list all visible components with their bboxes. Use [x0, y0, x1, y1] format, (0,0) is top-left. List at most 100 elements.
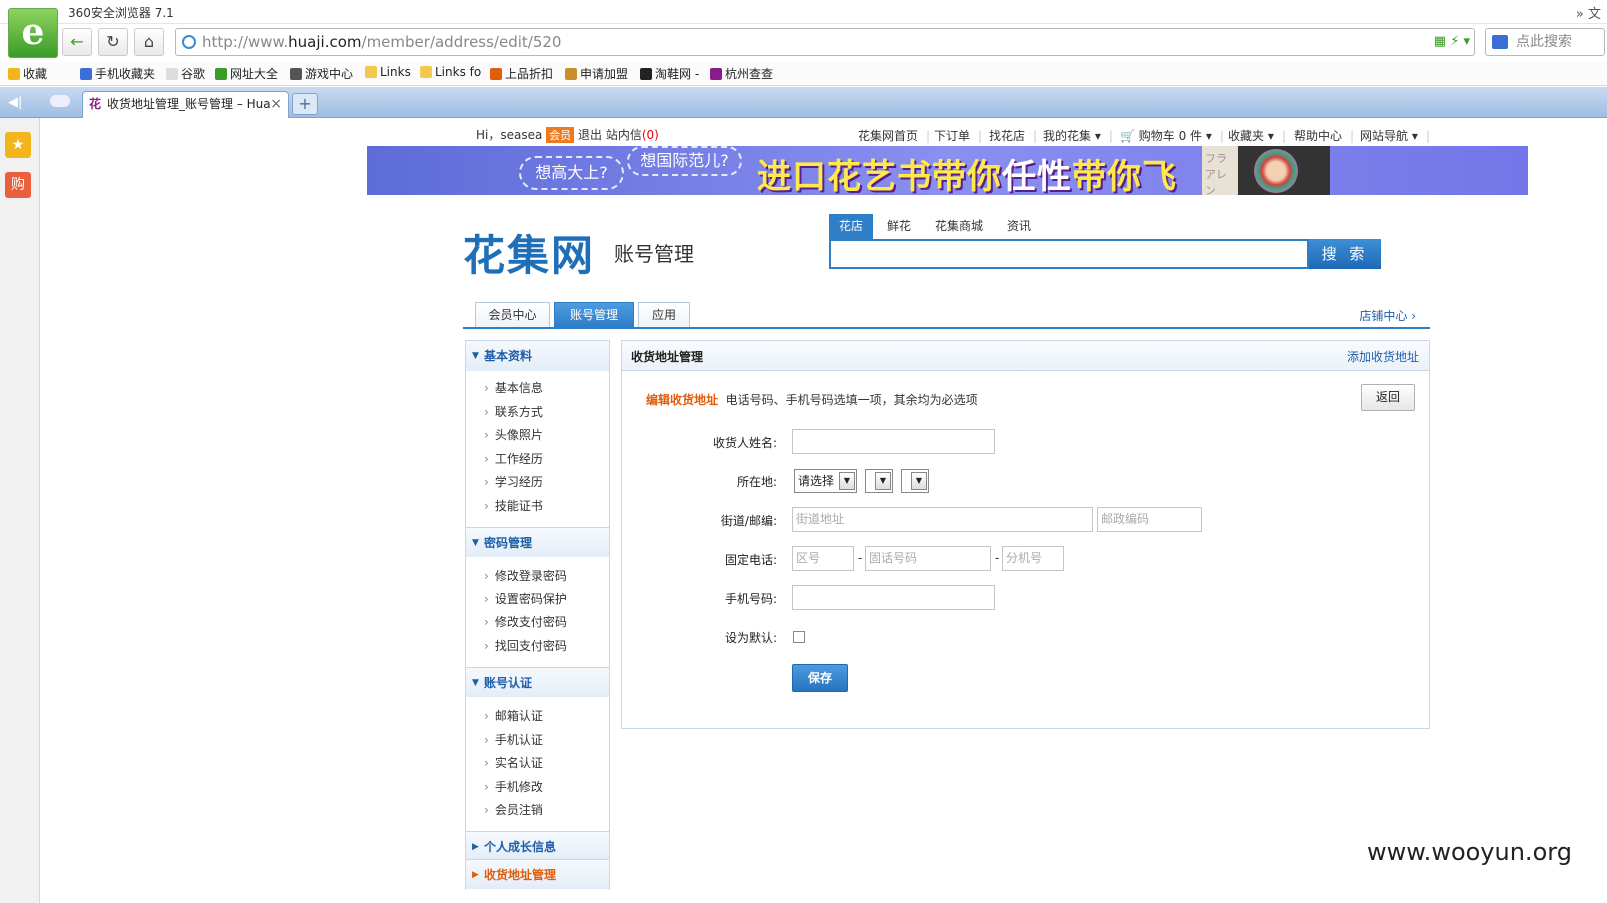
tab-back-icon[interactable]: ◀|: [8, 95, 22, 110]
top-nav-link[interactable]: 找花店 |: [989, 127, 1037, 144]
top-nav-link[interactable]: 网站导航 ▾ |: [1360, 127, 1430, 144]
bookmarks-bar: 收藏 手机收藏夹 谷歌 网址大全 游戏中心 Links Links fo 上品折扣 申请加盟 淘鞋…: [0, 62, 1607, 86]
browser-logo-icon[interactable]: e: [8, 8, 58, 58]
menu-item[interactable]: 手机认证: [484, 731, 543, 748]
label-mobile: 手机号码:: [724, 592, 777, 606]
bookmark-item[interactable]: 收藏: [8, 65, 47, 82]
save-button[interactable]: 保存: [792, 664, 848, 692]
back-button[interactable]: 返回: [1361, 384, 1415, 411]
username[interactable]: seasea: [500, 128, 542, 142]
form-title-text: 编辑收货地址: [646, 393, 719, 407]
top-nav-link[interactable]: 我的花集 ▾ |: [1043, 127, 1113, 144]
menu-section-2[interactable]: ▼ 密码管理: [466, 527, 609, 557]
site-search-input[interactable]: [829, 239, 1309, 269]
menu-item[interactable]: 基本信息: [484, 379, 543, 396]
menu-item[interactable]: 会员注销: [484, 801, 543, 818]
address-bar[interactable]: http://www.huaji.com/member/address/edit…: [175, 28, 1475, 56]
top-nav-link[interactable]: 花集网首页 |: [858, 127, 930, 144]
bookmark-item[interactable]: 上品折扣: [490, 65, 553, 82]
district-select[interactable]: ▼: [901, 469, 929, 493]
extension-input[interactable]: 分机号: [1002, 546, 1064, 571]
tab-apps[interactable]: 应用: [638, 302, 690, 327]
refresh-icon[interactable]: ↻: [98, 28, 128, 56]
nav-separator: |: [1350, 129, 1355, 143]
menu-item[interactable]: 技能证书: [484, 497, 543, 514]
set-default-checkbox[interactable]: [793, 631, 805, 643]
address-panel: 收货地址管理 添加收货地址 编辑收货地址 电话号码、手机号码选填一项，其余均为必…: [621, 340, 1430, 729]
top-nav-link[interactable]: 帮助中心 |: [1294, 127, 1354, 144]
site-logo[interactable]: 花集网: [463, 222, 595, 283]
mobile-input[interactable]: [792, 585, 995, 610]
qr-lightning-dropdown-icon[interactable]: ▦ ⚡ ▾: [1434, 29, 1470, 55]
bookmark-label: 谷歌: [181, 67, 206, 81]
tab-member-center[interactable]: 会员中心: [475, 302, 550, 327]
zip-input[interactable]: 邮政编码: [1097, 507, 1202, 532]
top-nav-link[interactable]: 下订单 |: [934, 127, 982, 144]
menu-item[interactable]: 设置密码保护: [484, 590, 567, 607]
shop-center-link[interactable]: 店铺中心 ›: [1359, 307, 1416, 324]
star-icon[interactable]: ★: [5, 132, 31, 158]
tab-active[interactable]: 花 收货地址管理_账号管理 – Hua ×: [82, 91, 289, 118]
nav-separator: |: [1281, 129, 1286, 143]
menu-item[interactable]: 找回支付密码: [484, 637, 567, 654]
menu-section-3[interactable]: ▼ 账号认证: [466, 667, 609, 697]
search-tab[interactable]: 花集商城: [925, 214, 993, 239]
bookmark-item[interactable]: Links: [365, 65, 411, 79]
window-title-right[interactable]: » 文: [1576, 3, 1601, 22]
menu-item[interactable]: 修改支付密码: [484, 613, 567, 630]
province-select[interactable]: 请选择 ▼: [794, 469, 857, 493]
bookmark-item[interactable]: 申请加盟: [565, 65, 628, 82]
bookmark-item[interactable]: 谷歌: [166, 65, 205, 82]
menu-item[interactable]: 学习经历: [484, 473, 543, 490]
home-icon[interactable]: ⌂: [134, 28, 164, 56]
add-address-link[interactable]: 添加收货地址: [1347, 348, 1419, 365]
menu-section-4[interactable]: ▶ 个人成长信息: [466, 831, 609, 861]
bookmark-item[interactable]: 淘鞋网 -: [640, 65, 699, 82]
shop-icon[interactable]: 购: [5, 172, 31, 198]
menu-item[interactable]: 工作经历: [484, 450, 543, 467]
street-input[interactable]: 街道地址: [792, 507, 1093, 532]
site-search-button[interactable]: 搜 索: [1309, 239, 1381, 269]
menu-item[interactable]: 头像照片: [484, 426, 543, 443]
caret-down-icon: ▼: [472, 351, 479, 361]
bookmark-icon: [290, 68, 302, 80]
back-arrow-icon[interactable]: ←: [62, 28, 92, 56]
logout-link[interactable]: 退出: [578, 128, 602, 142]
search-tab[interactable]: 花店: [829, 214, 874, 239]
menu-item[interactable]: 邮箱认证: [484, 707, 543, 724]
menu-section-title: 收货地址管理: [484, 868, 557, 882]
menu-item[interactable]: 实名认证: [484, 754, 543, 771]
bookmark-item[interactable]: Links fo: [420, 65, 481, 79]
bookmark-icon: [640, 68, 652, 80]
search-tab[interactable]: 鲜花: [877, 214, 921, 239]
landline-input[interactable]: 固话号码: [865, 546, 991, 571]
area-code-input[interactable]: 区号: [792, 546, 854, 571]
messages-link[interactable]: 站内信: [606, 128, 642, 142]
new-tab-button[interactable]: +: [292, 93, 318, 115]
top-nav-link[interactable]: 🛒 购物车 0 件 ▾ |: [1120, 127, 1224, 144]
recipient-name-input[interactable]: [792, 429, 995, 454]
cloud-icon[interactable]: [50, 95, 70, 107]
tab-close-icon[interactable]: ×: [270, 92, 282, 116]
bookmark-item[interactable]: 游戏中心: [290, 65, 353, 82]
menu-item[interactable]: 联系方式: [484, 403, 543, 420]
promo-banner[interactable]: 想高大上? 想国际范儿? 进口花艺书带你任性带你飞 フラ アレン: [367, 146, 1528, 195]
top-nav-link[interactable]: 收藏夹 ▾ |: [1228, 127, 1286, 144]
menu-item[interactable]: 修改登录密码: [484, 567, 567, 584]
browser-navbar: ← ↻ ⌂ http://www.huaji.com/member/addres…: [60, 26, 1607, 60]
browser-search-box[interactable]: 点此搜索: [1485, 28, 1605, 56]
top-nav-link-label: 我的花集 ▾: [1043, 129, 1101, 143]
menu-section-5[interactable]: ▶ 收货地址管理: [466, 859, 609, 889]
bookmark-item[interactable]: 网址大全: [215, 65, 278, 82]
bookmark-icon: [365, 66, 377, 78]
top-nav-link-label: 找花店: [989, 129, 1026, 143]
bookmark-item[interactable]: 杭州查查: [710, 65, 773, 82]
bookmark-item[interactable]: 手机收藏夹: [80, 65, 155, 82]
search-tab[interactable]: 资讯: [997, 214, 1041, 239]
menu-item[interactable]: 手机修改: [484, 778, 543, 795]
label-street-zip: 街道/邮编:: [720, 514, 777, 528]
tab-account-management[interactable]: 账号管理: [554, 302, 634, 327]
city-select[interactable]: ▼: [865, 469, 893, 493]
top-nav-link-label: 帮助中心: [1294, 129, 1343, 143]
menu-section-1[interactable]: ▼ 基本资料: [466, 341, 609, 371]
